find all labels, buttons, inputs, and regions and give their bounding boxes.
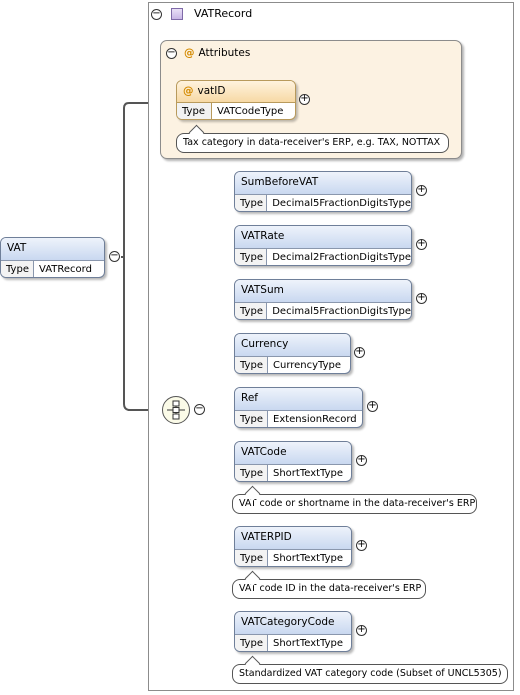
type-label: Type bbox=[235, 411, 268, 427]
element-name: SumBeforeVAT bbox=[235, 172, 411, 195]
expand-element-button[interactable]: + bbox=[356, 625, 367, 636]
element-type: ShortTextType bbox=[273, 638, 344, 649]
type-label: Type bbox=[235, 195, 268, 211]
type-label: Type bbox=[235, 303, 268, 319]
expand-element-button[interactable]: + bbox=[416, 185, 427, 196]
root-element-node[interactable]: VAT Type VATRecord bbox=[0, 237, 105, 278]
element-type: CurrencyType bbox=[273, 360, 342, 371]
element-node-vatcode[interactable]: VATCode Type ShortTextType bbox=[234, 441, 352, 482]
element-name: VATRate bbox=[235, 226, 411, 249]
element-type: Decimal5FractionDigitsType bbox=[272, 198, 411, 209]
element-name: Currency bbox=[235, 334, 350, 357]
expand-element-button[interactable]: + bbox=[354, 347, 365, 358]
expand-element-button[interactable]: + bbox=[356, 455, 367, 466]
type-label: Type bbox=[235, 357, 268, 373]
element-type: Decimal2FractionDigitsType bbox=[272, 252, 411, 263]
element-node-sumbeforevat[interactable]: SumBeforeVAT Type Decimal5FractionDigitsT… bbox=[234, 171, 412, 212]
element-node-vatsum[interactable]: VATSum Type Decimal5FractionDigitsType bbox=[234, 279, 412, 320]
expand-attribute-button[interactable]: + bbox=[299, 94, 310, 105]
element-annotation: VAT code or shortname in the data-receiv… bbox=[232, 485, 477, 514]
attributes-title: @ Attributes bbox=[184, 47, 250, 59]
element-node-currency[interactable]: Currency Type CurrencyType bbox=[234, 333, 351, 374]
element-name: VATCode bbox=[235, 442, 351, 465]
type-label: Type bbox=[235, 550, 268, 566]
expand-element-button[interactable]: + bbox=[367, 401, 378, 412]
collapse-sequence-button[interactable]: − bbox=[194, 404, 205, 415]
expand-element-button[interactable]: + bbox=[416, 293, 427, 304]
expand-element-button[interactable]: + bbox=[416, 239, 427, 250]
attribute-annotation: Tax category in data-receiver's ERP, e.g… bbox=[176, 124, 449, 153]
root-element-type: VATRecord bbox=[39, 264, 92, 275]
attribute-name: vatID bbox=[197, 85, 226, 97]
collapse-complex-type-button[interactable]: − bbox=[151, 9, 162, 20]
element-annotation: VAT code ID in the data-receiver's ERP bbox=[232, 570, 426, 599]
element-node-ref[interactable]: Ref Type ExtensionRecord bbox=[234, 387, 363, 428]
expand-element-button[interactable]: + bbox=[356, 540, 367, 551]
collapse-root-button[interactable]: − bbox=[109, 251, 120, 262]
collapse-attributes-button[interactable]: − bbox=[166, 48, 177, 59]
element-node-vatrate[interactable]: VATRate Type Decimal2FractionDigitsType bbox=[234, 225, 412, 266]
type-label: Type bbox=[235, 635, 268, 651]
complex-type-name: VATRecord bbox=[194, 7, 253, 20]
type-label: Type bbox=[177, 103, 212, 119]
element-name: VATCategoryCode bbox=[235, 612, 351, 635]
type-label: Type bbox=[235, 249, 268, 265]
attribute-at-icon: @ bbox=[184, 47, 195, 59]
attribute-at-icon: @ bbox=[183, 85, 194, 97]
element-type: ExtensionRecord bbox=[273, 414, 357, 425]
element-type: Decimal5FractionDigitsType bbox=[272, 306, 411, 317]
element-type: ShortTextType bbox=[273, 468, 344, 479]
element-annotation: Standardized VAT category code (Subset o… bbox=[232, 655, 508, 684]
element-name: VATERPID bbox=[235, 527, 351, 550]
element-name: Ref bbox=[235, 388, 362, 411]
element-node-vaterpid[interactable]: VATERPID Type ShortTextType bbox=[234, 526, 352, 567]
element-name: VATSum bbox=[235, 280, 411, 303]
type-label: Type bbox=[1, 261, 34, 277]
element-type: ShortTextType bbox=[273, 553, 344, 564]
element-node-vatcategorycode[interactable]: VATCategoryCode Type ShortTextType bbox=[234, 611, 352, 652]
complex-type-icon bbox=[171, 8, 183, 20]
attribute-node[interactable]: @ vatID Type VATCodeType bbox=[176, 80, 296, 120]
attribute-type: VATCodeType bbox=[217, 106, 284, 117]
sequence-compositor-icon[interactable] bbox=[162, 396, 190, 424]
attributes-label: Attributes bbox=[198, 47, 251, 59]
root-element-name: VAT bbox=[1, 238, 104, 261]
type-label: Type bbox=[235, 465, 268, 481]
